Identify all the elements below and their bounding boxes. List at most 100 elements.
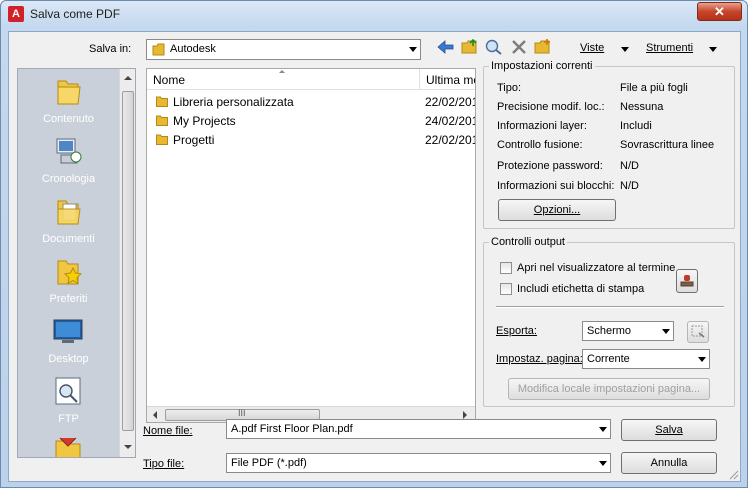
output-controls-group: Controlli output Apri nel visualizzatore…: [483, 236, 735, 407]
column-header-name[interactable]: Nome: [147, 69, 420, 90]
file-date: 22/02/201: [425, 133, 476, 147]
favorites-icon: [57, 260, 83, 285]
folder-icon: [55, 437, 81, 457]
save-label: Salva: [655, 424, 683, 436]
file-name-value: A.pdf First Floor Plan.pdf: [231, 423, 353, 435]
plot-stamp-checkbox[interactable]: [500, 283, 512, 295]
folder-icon: [152, 43, 165, 56]
separator: [496, 306, 724, 308]
plot-stamp-label: Includi etichetta di stampa: [517, 283, 645, 295]
file-name: My Projects: [173, 114, 236, 128]
current-settings-title: Impostazioni correnti: [489, 60, 595, 72]
open-viewer-checkbox[interactable]: [500, 262, 512, 274]
chevron-down-icon: [662, 329, 670, 334]
save-in-dropdown[interactable]: Autodesk: [146, 39, 421, 60]
places-bar: Contenuto Cronologia Documenti Preferiti…: [17, 68, 136, 458]
file-type-value: File PDF (*.pdf): [231, 457, 307, 469]
scroll-down-icon[interactable]: [124, 445, 132, 449]
scroll-left-icon[interactable]: [153, 411, 157, 419]
file-name: Progetti: [173, 133, 215, 147]
close-button[interactable]: ✕: [697, 2, 742, 21]
setting-value: N/D: [620, 160, 639, 172]
export-dropdown[interactable]: Schermo: [582, 321, 674, 341]
chevron-down-icon: [599, 427, 607, 432]
select-window-icon: [691, 325, 705, 338]
ftp-icon: [55, 377, 81, 405]
column-header-date[interactable]: Ultima mo: [420, 69, 476, 90]
views-menu[interactable]: Viste: [580, 42, 604, 54]
place-label: Cronologia: [41, 173, 96, 185]
cancel-button[interactable]: Annulla: [621, 452, 717, 474]
setting-label: Precisione modif. loc.:: [497, 101, 605, 113]
autocad-app-icon: A: [8, 6, 24, 22]
page-setup-dropdown[interactable]: Corrente: [582, 349, 710, 369]
setting-value: Includi: [620, 120, 652, 132]
views-chevron-down-icon[interactable]: [621, 47, 629, 52]
file-type-label: Tipo file:: [143, 458, 185, 470]
dialog-body: Salva in: Autodesk Viste Strumenti Conte…: [8, 31, 741, 482]
modify-page-setup-button[interactable]: Modifica locale impostazioni pagina...: [508, 378, 710, 400]
file-row[interactable]: My Projects 24/02/201: [147, 111, 476, 130]
place-desktop[interactable]: Desktop: [18, 311, 119, 371]
save-button[interactable]: Salva: [621, 419, 717, 441]
back-arrow-icon[interactable]: [436, 38, 456, 56]
options-button[interactable]: Opzioni...: [498, 199, 616, 221]
place-more[interactable]: [18, 431, 119, 457]
setting-label: Informazioni layer:: [497, 120, 587, 132]
place-preferiti[interactable]: Preferiti: [18, 251, 119, 311]
tools-label: Strumenti: [646, 42, 694, 54]
setting-value: N/D: [620, 180, 639, 192]
current-settings-group: Impostazioni correnti Tipo: File a più f…: [483, 60, 735, 229]
page-setup-value: Corrente: [587, 353, 630, 365]
delete-icon[interactable]: [509, 38, 529, 56]
file-date: 24/02/201: [425, 114, 476, 128]
file-name: Libreria personalizzata: [173, 95, 294, 109]
title-bar: A Salva come PDF ✕: [1, 1, 747, 27]
place-contenuto[interactable]: Contenuto: [18, 71, 119, 131]
column-label: Ultima mo: [426, 73, 476, 87]
tools-chevron-down-icon[interactable]: [709, 47, 717, 52]
setting-label: Informazioni sui blocchi:: [497, 180, 615, 192]
setting-label: Protezione password:: [497, 160, 603, 172]
file-name-label: Nome file:: [143, 425, 193, 437]
file-row[interactable]: Progetti 22/02/201: [147, 130, 476, 149]
options-label: Opzioni...: [533, 204, 581, 216]
resize-grip-icon[interactable]: [729, 470, 739, 480]
open-viewer-label: Apri nel visualizzatore al termine: [517, 262, 676, 274]
scroll-grip: III: [238, 408, 246, 418]
scroll-up-icon[interactable]: [124, 76, 132, 80]
new-folder-icon[interactable]: [533, 38, 553, 56]
place-label: Contenuto: [43, 113, 94, 125]
setting-label: Controllo fusione:: [497, 139, 583, 151]
setting-value: Sovrascrittura linee: [620, 139, 715, 151]
places-scrollbar[interactable]: [119, 69, 135, 457]
file-name-input[interactable]: A.pdf First Floor Plan.pdf: [226, 419, 611, 439]
place-label: Desktop: [48, 353, 89, 365]
places-scroll-thumb[interactable]: [122, 91, 134, 431]
stamp-icon: [680, 275, 694, 287]
save-in-value: Autodesk: [170, 43, 216, 55]
scroll-right-icon[interactable]: [463, 411, 467, 419]
plot-stamp-settings-button[interactable]: [676, 269, 698, 293]
setting-value: Nessuna: [620, 101, 664, 113]
select-area-button[interactable]: [687, 321, 709, 343]
tools-menu[interactable]: Strumenti: [646, 42, 693, 54]
place-ftp[interactable]: FTP: [18, 371, 119, 431]
place-label: Preferiti: [49, 293, 88, 305]
file-type-dropdown[interactable]: File PDF (*.pdf): [226, 453, 611, 473]
chevron-down-icon: [599, 461, 607, 466]
views-label: Viste: [580, 42, 605, 54]
places-list: Contenuto Cronologia Documenti Preferiti…: [18, 69, 119, 457]
desktop-icon: [53, 319, 83, 343]
export-label: Esporta:: [496, 325, 537, 337]
file-row[interactable]: Libreria personalizzata 22/02/201: [147, 92, 475, 111]
history-icon: [56, 138, 82, 164]
file-list: Nome Ultima mo Libreria personalizzata 2…: [146, 68, 476, 423]
search-web-icon[interactable]: [484, 38, 504, 56]
folder-icon: [156, 134, 168, 145]
place-documenti[interactable]: Documenti: [18, 191, 119, 251]
chevron-down-icon: [698, 357, 706, 362]
folder-up-icon[interactable]: [460, 38, 480, 56]
place-cronologia[interactable]: Cronologia: [18, 131, 119, 191]
folder-icon: [57, 80, 81, 105]
